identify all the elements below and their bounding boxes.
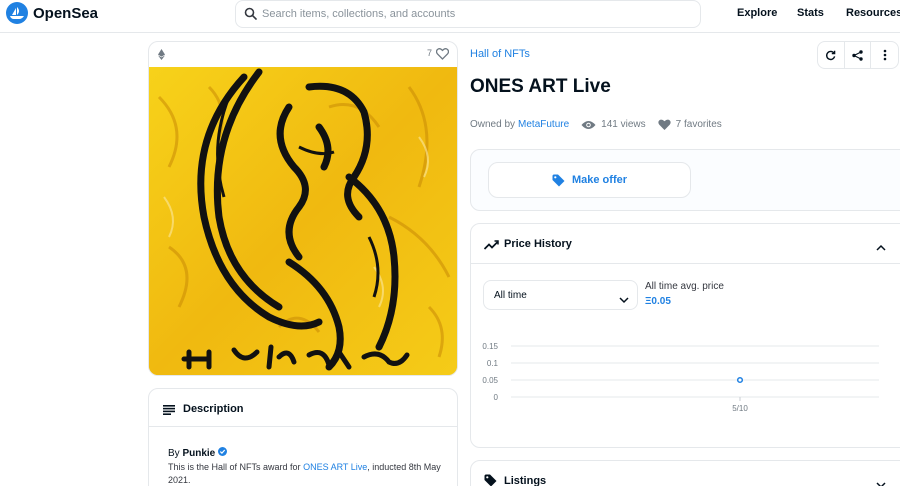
brand-name[interactable]: OpenSea (33, 5, 98, 22)
description-title: Description (183, 403, 244, 415)
trending-icon (483, 237, 499, 255)
make-offer-button[interactable]: Make offer (488, 162, 691, 198)
time-range-value: All time (494, 290, 527, 301)
price-history-header[interactable]: Price History (471, 224, 900, 264)
creator-name[interactable]: Punkie (182, 448, 215, 459)
share-button[interactable] (845, 42, 872, 68)
search-bar[interactable] (235, 0, 701, 28)
views-count: 141 views (601, 119, 646, 130)
description-text: This is the Hall of NFTs award for ONES … (168, 462, 441, 485)
more-vertical-icon (883, 49, 886, 61)
item-toolbar (817, 41, 899, 69)
chart-y-tick-label: 0.1 (487, 359, 499, 368)
item-title: ONES ART Live (470, 76, 611, 97)
nft-artwork-image[interactable] (149, 67, 457, 375)
opensea-logo-icon[interactable] (6, 2, 28, 24)
price-history-title: Price History (504, 238, 572, 250)
more-options-button[interactable] (871, 42, 898, 68)
chevron-down-icon[interactable] (876, 476, 886, 486)
avg-price-label: All time avg. price (645, 281, 724, 292)
verified-badge-icon (218, 447, 228, 459)
listings-title: Listings (504, 475, 547, 486)
nav-explore[interactable]: Explore (737, 7, 777, 19)
chart-data-point (736, 376, 744, 384)
offer-panel: Make offer (470, 149, 900, 211)
price-history-chart: 0.15 0.1 0.05 0 5/10 (482, 342, 879, 413)
top-navigation-bar: OpenSea Explore Stats Resources (0, 0, 900, 33)
description-item-link[interactable]: ONES ART Live (303, 462, 367, 472)
search-icon (244, 7, 257, 25)
search-input[interactable] (262, 4, 692, 24)
creator-line: By Punkie (168, 447, 448, 460)
share-icon (852, 49, 863, 61)
favorites-count: 7 (426, 48, 432, 58)
tag-icon (484, 474, 497, 486)
price-history-panel: Price History All time All time avg. pri… (470, 223, 900, 448)
chart-y-tick-label: 0.05 (482, 376, 498, 385)
favorites-stat[interactable]: 7 favorites (658, 119, 722, 130)
nav-stats[interactable]: Stats (797, 7, 824, 19)
collection-link[interactable]: Hall of NFTs (470, 48, 530, 60)
make-offer-label: Make offer (571, 174, 628, 186)
item-image-card: 7 (148, 41, 458, 376)
refresh-button[interactable] (818, 42, 845, 68)
nav-resources[interactable]: Resources (846, 7, 900, 19)
favorite-heart-icon[interactable] (435, 47, 450, 65)
by-prefix: By (168, 448, 180, 459)
description-header[interactable]: Description (149, 389, 457, 427)
chevron-down-icon (619, 291, 629, 309)
owned-by-label: Owned by (470, 119, 516, 130)
chevron-up-icon[interactable] (876, 238, 886, 256)
heart-filled-icon (658, 119, 671, 130)
listings-panel[interactable]: Listings (470, 460, 900, 486)
owner-link[interactable]: MetaFuture (518, 119, 569, 130)
chart-y-tick-label: 0 (494, 393, 499, 402)
time-range-select[interactable]: All time (483, 280, 638, 310)
chart-x-tick-label: 5/10 (732, 404, 748, 413)
refresh-icon (826, 50, 836, 60)
description-card: Description By Punkie This is the Hall o… (148, 388, 458, 486)
image-card-header: 7 (149, 42, 457, 66)
views-stat: 141 views (581, 119, 646, 130)
tag-icon (552, 174, 565, 186)
avg-price-value: Ξ0.05 (645, 296, 671, 307)
description-lines-icon (163, 402, 175, 420)
ethereum-icon (158, 47, 165, 65)
item-meta-row: Owned by MetaFuture 141 views 7 favorite… (470, 119, 722, 130)
chart-y-tick-label: 0.15 (482, 342, 498, 351)
eye-icon (581, 120, 596, 129)
favorites-label: 7 favorites (675, 119, 722, 130)
description-body: By Punkie This is the Hall of NFTs award… (168, 447, 448, 486)
